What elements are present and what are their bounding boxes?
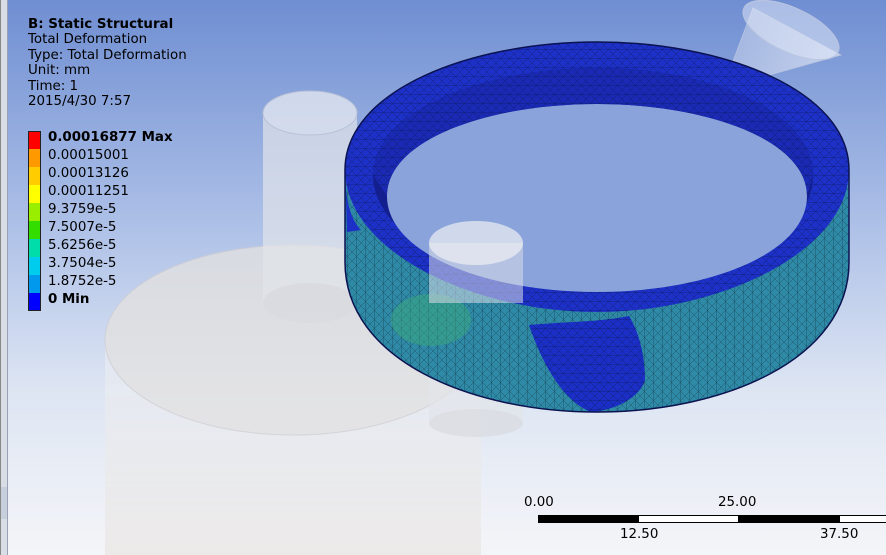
scale-label-top-0: 0.00 xyxy=(524,495,554,510)
legend-color-swatch xyxy=(28,275,41,293)
scale-seg-1 xyxy=(538,515,638,523)
legend-color-swatch xyxy=(28,221,41,239)
legend-value-label[interactable]: 0.00011251 xyxy=(48,184,129,199)
legend-color-swatch xyxy=(28,203,41,221)
result-unit: Unit: mm xyxy=(28,63,91,79)
left-panel-edge xyxy=(1,0,8,555)
legend-color-swatch xyxy=(28,185,41,203)
legend-color-swatch xyxy=(28,239,41,257)
legend-color-swatch xyxy=(28,131,41,149)
scale-seg-3 xyxy=(739,515,839,523)
legend-value-label[interactable]: 0.00013126 xyxy=(48,166,129,181)
scale-label-bottom-1: 37.50 xyxy=(820,527,859,542)
legend-color-swatch xyxy=(28,149,41,167)
scale-seg-2 xyxy=(638,515,739,523)
legend-value-label[interactable]: 7.5007e-5 xyxy=(48,220,116,235)
legend-value-label[interactable]: 1.8752e-5 xyxy=(48,274,116,289)
system-title: B: Static Structural xyxy=(28,17,174,32)
result-header: B: Static Structural Total Deformation T… xyxy=(28,17,187,109)
legend-value-label[interactable]: 0.00015001 xyxy=(48,148,129,163)
result-date: 2015/4/30 7:57 xyxy=(28,94,131,110)
ghost-pin-left xyxy=(262,90,358,323)
result-time: Time: 1 xyxy=(28,78,79,94)
legend-value-label[interactable]: 0.00016877 Max xyxy=(48,130,173,145)
legend-color-swatch xyxy=(28,167,41,185)
graphics-viewport[interactable]: B: Static Structural Total Deformation T… xyxy=(0,0,886,555)
scale-bar: 0.00 25.00 12.50 37.50 xyxy=(524,495,886,545)
left-panel-marker xyxy=(1,487,7,519)
legend-value-label[interactable]: 9.3759e-5 xyxy=(48,202,116,217)
scale-label-top-1: 25.00 xyxy=(718,495,757,510)
legend-value-label[interactable]: 0 Min xyxy=(48,292,89,307)
legend-value-label[interactable]: 3.7504e-5 xyxy=(48,256,116,271)
deformed-ring[interactable] xyxy=(344,41,850,413)
scale-seg-4 xyxy=(839,515,886,523)
scale-label-bottom-0: 12.50 xyxy=(620,527,659,542)
legend-color-swatch xyxy=(28,293,41,311)
legend-color-swatch xyxy=(28,257,41,275)
result-name: Total Deformation xyxy=(28,32,148,48)
legend-value-label[interactable]: 5.6256e-5 xyxy=(48,238,116,253)
result-type: Type: Total Deformation xyxy=(28,47,187,63)
